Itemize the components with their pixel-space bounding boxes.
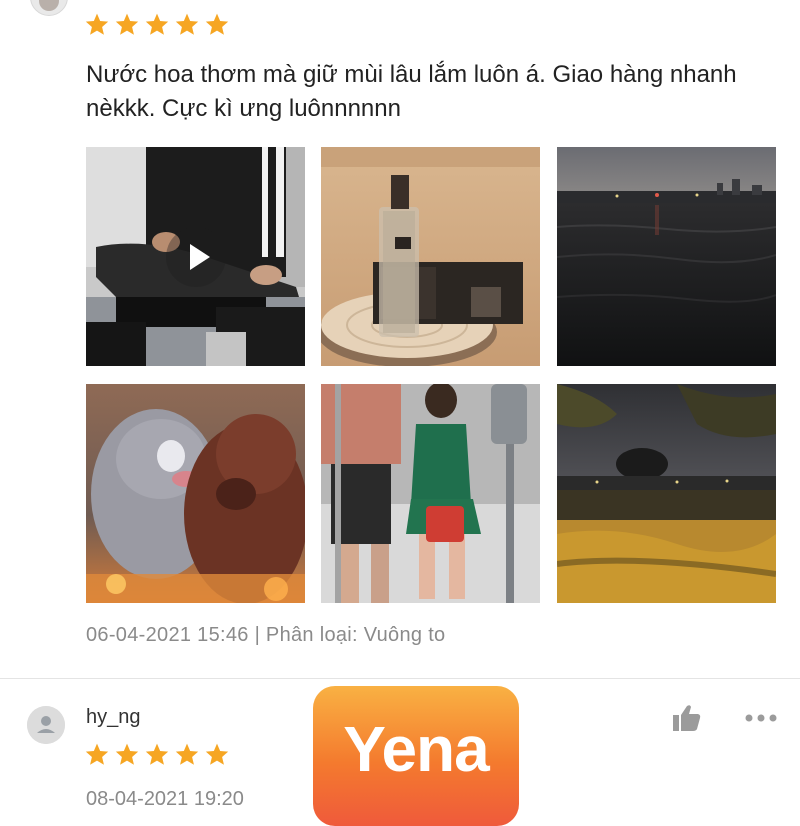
review1-meta: 06-04-2021 15:46 | Phân loại: Vuông to: [86, 624, 445, 647]
star-icon: [205, 13, 229, 35]
star-icon: [115, 743, 139, 765]
review-photo[interactable]: [321, 147, 540, 366]
review1-media-grid: [86, 147, 776, 603]
review-photo[interactable]: [557, 147, 776, 366]
review-photo[interactable]: [557, 384, 776, 603]
review2-rating: [84, 742, 230, 768]
star-icon: [85, 743, 109, 765]
star-icon: [145, 743, 169, 765]
star-icon: [145, 13, 169, 35]
review1-variation: | Phân loại: Vuông to: [254, 624, 446, 646]
star-icon: [175, 743, 199, 765]
user-avatar-icon: [27, 706, 65, 744]
review2-username: hy_ng: [86, 706, 141, 728]
review-video-thumbnail[interactable]: [86, 147, 305, 366]
review1-text: Nước hoa thơm mà giữ mùi lâu lắm luôn á.…: [86, 61, 737, 122]
star-icon: [85, 13, 109, 35]
star-icon: [175, 13, 199, 35]
star-icon: [115, 13, 139, 35]
review-divider: [0, 678, 800, 679]
reviewer-avatar: [30, 0, 68, 16]
review1-timestamp: 06-04-2021 15:46: [86, 624, 249, 646]
watermark-text: Yena: [343, 713, 489, 785]
star-icon: [205, 743, 229, 765]
review-photo[interactable]: [86, 384, 305, 603]
review1-rating: [84, 12, 230, 38]
play-icon[interactable]: [165, 226, 226, 287]
thumbs-up-icon[interactable]: [672, 704, 702, 732]
more-dots-icon[interactable]: [743, 708, 779, 728]
watermark-logo: Yena: [313, 686, 519, 826]
review-photo[interactable]: [321, 384, 540, 603]
